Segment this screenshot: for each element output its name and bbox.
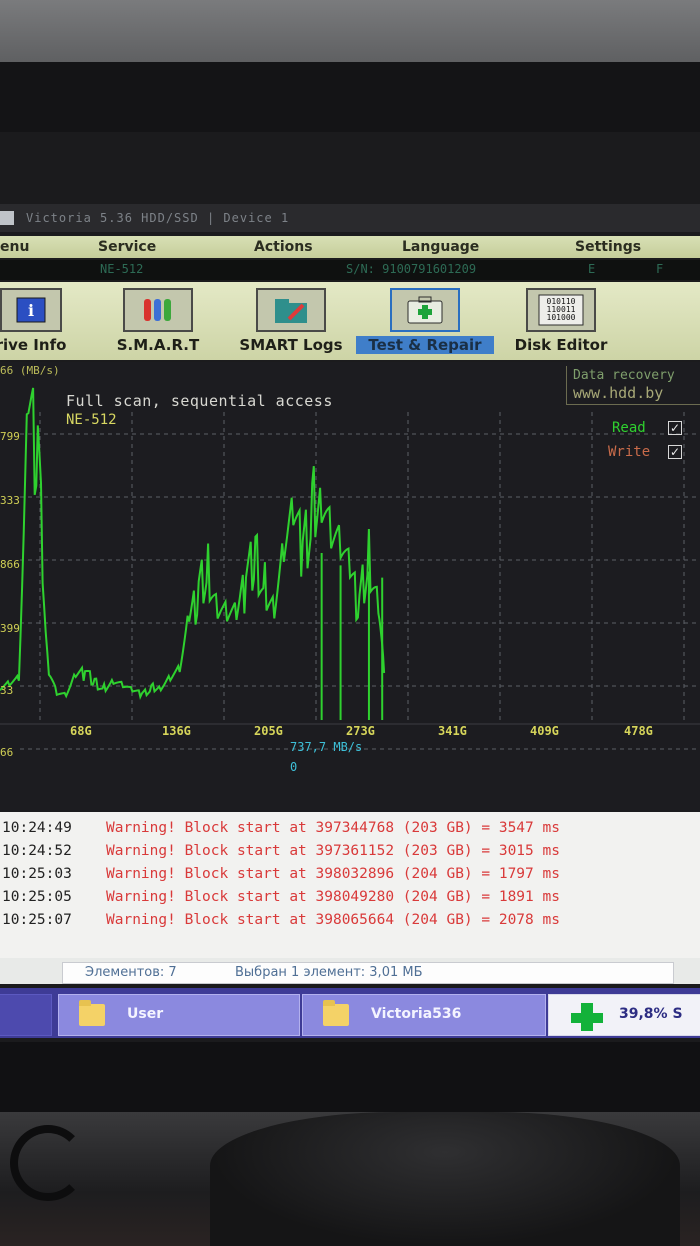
tab-smart[interactable]: S.M.A.R.T (110, 288, 206, 356)
device-model: NE-512 (100, 262, 144, 276)
window-titlebar[interactable]: Victoria 5.36 HDD/SSD | Device 1 (0, 204, 700, 232)
write-checkbox[interactable]: ✓ (668, 445, 682, 459)
tab-drive-info[interactable]: i rive Info (0, 288, 68, 356)
svg-text:i: i (28, 301, 34, 320)
tab-disk-editor[interactable]: 010110 110011 101000 Disk Editor (510, 288, 612, 356)
monitor-bezel-top (0, 62, 700, 132)
menu-item-actions[interactable]: Actions (254, 239, 313, 255)
tab-smart-logs-label: SMART Logs (239, 336, 343, 354)
app-icon (0, 211, 14, 225)
cable (10, 1125, 86, 1201)
log-time: 10:25:05 (2, 889, 72, 905)
taskbar-item-label: User (127, 1006, 164, 1022)
y-axis-unit: 66 (MB/s) (0, 364, 60, 377)
log-message: Warning! Block start at 398032896 (204 G… (106, 866, 560, 882)
monitor-bezel-bottom (0, 1042, 700, 1112)
device-extra-1: E (588, 262, 596, 276)
status-selection: Выбран 1 элемент: 3,01 МБ (235, 965, 423, 980)
folder-icon (323, 1000, 349, 1026)
svg-text:101000: 101000 (547, 313, 576, 322)
y-tick-label: 399 (0, 622, 20, 635)
graph-title: Full scan, sequential access (66, 392, 333, 410)
taskbar: User Victoria536 39,8% S (0, 988, 700, 1038)
log-time: 10:25:03 (2, 866, 72, 882)
y-tick-label: 799 (0, 430, 20, 443)
legend-write: Write (608, 444, 651, 460)
menu-item-language[interactable]: Language (402, 239, 479, 255)
green-plus-icon (567, 1001, 607, 1033)
data-recovery-link[interactable]: Data recovery www.hdd.by (566, 366, 700, 405)
y-tick-label: 866 (0, 558, 20, 571)
x-tick-label: 136G (162, 724, 191, 738)
status-element-count: Элементов: 7 (85, 965, 177, 980)
x-tick-label: 478G (624, 724, 653, 738)
recovery-text: Data recovery (573, 368, 675, 383)
binary-disk-icon: 010110 110011 101000 (526, 288, 596, 332)
taskbar-item-label: Victoria536 (371, 1006, 462, 1022)
x-tick-label: 68G (70, 724, 92, 738)
menu-item-service[interactable]: Service (98, 239, 156, 255)
y-tick-label: 66 (0, 746, 14, 759)
explorer-status-bar: Элементов: 7 Выбран 1 элемент: 3,01 МБ (0, 958, 700, 984)
taskbar-item-label: 39,8% S (619, 1006, 683, 1022)
monitor-screen: Victoria 5.36 HDD/SSD | Device 1 enu Ser… (0, 132, 700, 1042)
log-message: Warning! Block start at 398065664 (204 G… (106, 912, 560, 928)
recovery-url: www.hdd.by (573, 384, 664, 402)
taskbar-item-victoria-progress[interactable]: 39,8% S (548, 994, 700, 1036)
wall-background (0, 0, 700, 62)
menu-item-menu[interactable]: enu (0, 239, 29, 255)
device-serial: S/N: 9100791601209 (346, 262, 477, 276)
y-tick-label: 33 (0, 684, 14, 697)
log-message: Warning! Block start at 397344768 (203 G… (106, 820, 560, 836)
log-message: Warning! Block start at 398049280 (204 G… (106, 889, 560, 905)
status-panel: Элементов: 7 Выбран 1 элемент: 3,01 МБ (62, 962, 674, 984)
legend-read: Read (612, 420, 646, 436)
tab-smart-label: S.M.A.R.T (116, 336, 200, 354)
x-tick-label: 273G (346, 724, 375, 738)
info-icon: i (0, 288, 62, 332)
device-info-bar: NE-512 S/N: 9100791601209 E F (0, 260, 700, 280)
first-aid-kit-icon (390, 288, 460, 332)
window-title: Victoria 5.36 HDD/SSD | Device 1 (26, 211, 290, 225)
taskbar-item-user[interactable]: User (58, 994, 300, 1036)
tab-drive-info-label: rive Info (0, 336, 67, 354)
smart-tubes-icon (123, 288, 193, 332)
y-tick-label: 333 (0, 494, 20, 507)
log-time: 10:24:52 (2, 843, 72, 859)
log-time: 10:25:07 (2, 912, 72, 928)
read-checkbox[interactable]: ✓ (668, 421, 682, 435)
log-message: Warning! Block start at 397361152 (203 G… (106, 843, 560, 859)
log-time: 10:24:49 (2, 820, 72, 836)
menu-bar: enu Service Actions Language Settings (0, 236, 700, 258)
folder-icon (79, 1000, 105, 1026)
tab-test-repair-label: Test & Repair (356, 336, 494, 354)
x-tick-label: 205G (254, 724, 283, 738)
menu-item-settings[interactable]: Settings (575, 239, 641, 255)
tab-smart-logs[interactable]: SMART Logs (234, 288, 348, 356)
monitor-stand (210, 1112, 680, 1246)
current-speed-value: 0 (290, 760, 298, 774)
taskbar-start-area[interactable] (0, 994, 52, 1036)
event-log[interactable]: 10:24:49 Warning! Block start at 3973447… (0, 812, 700, 960)
taskbar-item-victoria536[interactable]: Victoria536 (302, 994, 546, 1036)
tab-disk-editor-label: Disk Editor (514, 336, 608, 354)
x-tick-label: 341G (438, 724, 467, 738)
current-speed-label: 737,7 MB/s (290, 740, 363, 754)
x-tick-label: 409G (530, 724, 559, 738)
main-toolbar: i rive Info S.M.A.R.T SMART Logs Test & … (0, 282, 700, 360)
graph-subtitle: NE-512 (66, 412, 117, 428)
tab-test-repair[interactable]: Test & Repair (356, 288, 494, 356)
device-extra-2: F (656, 262, 664, 276)
folder-pen-icon (256, 288, 326, 332)
